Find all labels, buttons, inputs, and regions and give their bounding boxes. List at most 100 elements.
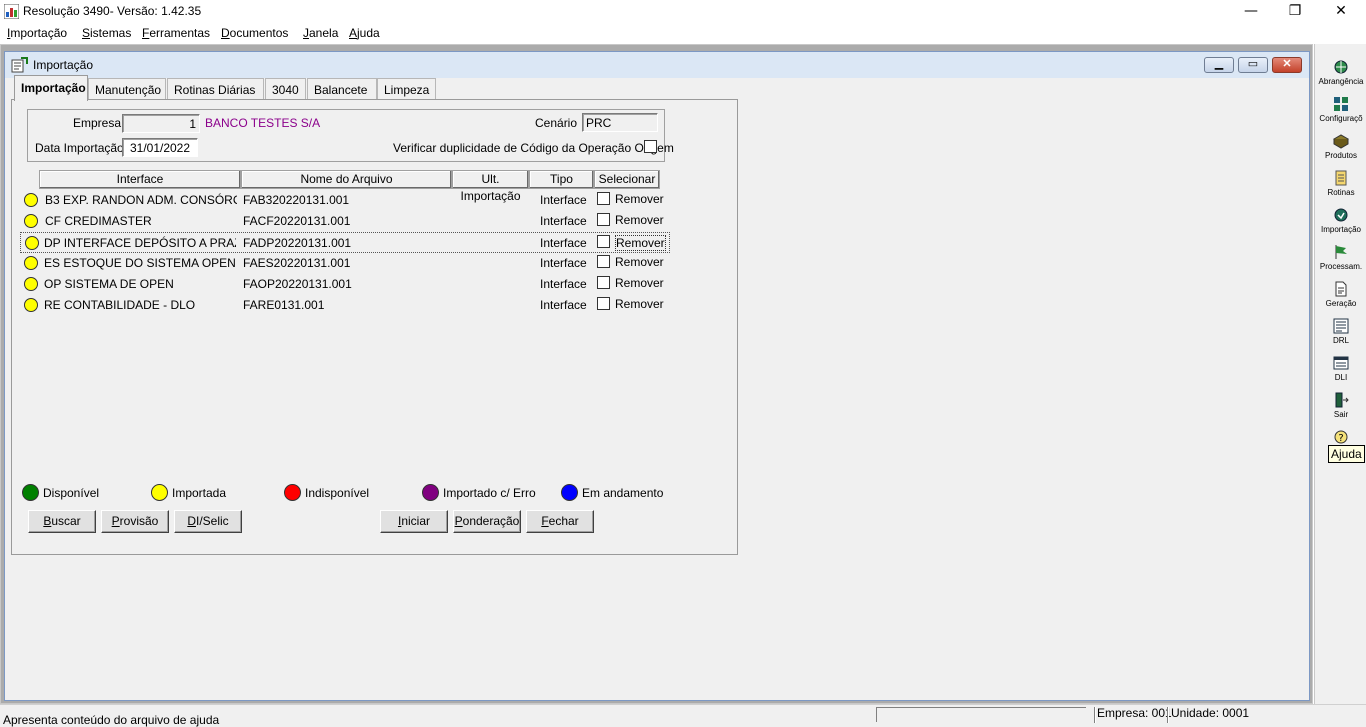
row-tipo: Interface: [540, 236, 587, 250]
row-remover-checkbox[interactable]: [597, 235, 610, 248]
tab-3040[interactable]: 3040: [265, 78, 306, 100]
iniciar-button[interactable]: Iniciar: [380, 510, 448, 533]
child-minimize-button[interactable]: ▁: [1204, 57, 1234, 73]
row-remover-checkbox[interactable]: [597, 297, 610, 310]
legend-erro-label: Importado c/ Erro: [443, 486, 536, 500]
col-header-tipo[interactable]: Tipo: [529, 170, 594, 189]
toolbar-produtos[interactable]: Produtos: [1316, 133, 1366, 169]
toolbar-rotinas[interactable]: Rotinas: [1316, 170, 1366, 206]
help-icon: ?: [1334, 430, 1348, 444]
cenario-label: Cenário: [535, 116, 578, 130]
verificar-duplicidade-label: Verificar duplicidade de Código da Opera…: [393, 141, 674, 155]
diselic-button[interactable]: DI/Selic: [174, 510, 242, 533]
toolbar-ajuda[interactable]: ?: [1316, 429, 1366, 445]
toolbar-processamento[interactable]: Processam.: [1316, 244, 1366, 280]
row-tipo: Interface: [540, 193, 587, 207]
buscar-button[interactable]: Buscar: [28, 510, 96, 533]
tab-balancete[interactable]: Balancete: [307, 78, 377, 100]
legend-importada-label: Importada: [172, 486, 227, 500]
child-close-button[interactable]: ✕: [1272, 57, 1302, 73]
toolbar-configuracoes[interactable]: Configuraçõ: [1316, 96, 1366, 132]
tab-limpeza[interactable]: Limpeza: [377, 78, 436, 100]
row-interface: B3 EXP. RANDON ADM. CONSÓRCIOS: [45, 193, 237, 207]
menu-documentos[interactable]: Documentos: [221, 26, 288, 40]
toolbar-abrangencia[interactable]: Abrangência: [1316, 59, 1366, 95]
report-icon: [1333, 318, 1349, 334]
status-dot: [24, 277, 38, 291]
verificar-duplicidade-checkbox[interactable]: [644, 140, 657, 153]
legend-erro-dot: [422, 484, 439, 501]
toolbar-dli[interactable]: DLI: [1316, 355, 1366, 391]
title-bar: Resolução 3490- Versão: 1.42.35 — ❐ ✕: [0, 0, 1366, 23]
status-dot: [25, 236, 39, 250]
menu-importacao[interactable]: Importação: [7, 26, 67, 40]
row-remover-checkbox[interactable]: [597, 192, 610, 205]
import-window-icon: [11, 57, 28, 73]
row-arquivo: FAOP20220131.001: [243, 277, 352, 291]
provisao-button[interactable]: Provisão: [101, 510, 169, 533]
minimize-button[interactable]: —: [1228, 0, 1274, 23]
legend-andamento-label: Em andamento: [582, 486, 664, 500]
cenario-field[interactable]: PRC: [582, 113, 658, 132]
menu-ajuda[interactable]: Ajuda: [349, 26, 380, 40]
child-window-title: Importação: [33, 58, 94, 72]
table-row-selected[interactable]: DP INTERFACE DEPÓSITO A PRAZO FADP202201…: [20, 232, 670, 253]
row-arquivo: FAB320220131.001: [243, 193, 350, 207]
table-row[interactable]: RE CONTABILIDADE - DLO FARE0131.001 Inte…: [20, 295, 670, 316]
legend-indisponivel-label: Indisponível: [305, 486, 370, 500]
col-header-ult-importacao[interactable]: Ult. Importação: [452, 170, 529, 203]
child-title-bar: Importação ▁ ▭ ✕: [5, 52, 1309, 78]
col-header-interface[interactable]: Interface: [39, 170, 241, 189]
toolbar-geracao[interactable]: Geração: [1316, 281, 1366, 317]
ponderacao-button[interactable]: Ponderação: [453, 510, 521, 533]
row-remover-checkbox[interactable]: [597, 276, 610, 289]
exit-icon: [1335, 392, 1349, 408]
tooltip: Ajuda: [1328, 445, 1365, 463]
row-remover-checkbox[interactable]: [597, 213, 610, 226]
empresa-code-field[interactable]: 1: [122, 114, 200, 133]
row-arquivo: FAES20220131.001: [243, 256, 351, 270]
status-separator: [1094, 707, 1096, 723]
row-tipo: Interface: [540, 256, 587, 270]
status-bar: Apresenta conteúdo do arquivo de ajuda E…: [0, 704, 1366, 727]
col-header-nome-arquivo[interactable]: Nome do Arquivo: [241, 170, 452, 189]
row-remover-checkbox[interactable]: [597, 255, 610, 268]
legend-disponivel-label: Disponível: [43, 486, 100, 500]
toolbar-drl[interactable]: DRL: [1316, 318, 1366, 354]
legend-indisponivel-dot: [284, 484, 301, 501]
tab-rotinas-diarias[interactable]: Rotinas Diárias: [167, 78, 264, 100]
row-interface: DP INTERFACE DEPÓSITO A PRAZO: [44, 236, 236, 250]
table-row[interactable]: OP SISTEMA DE OPEN FAOP20220131.001 Inte…: [20, 274, 670, 295]
status-dot: [24, 256, 38, 270]
menu-sistemas[interactable]: Sistemas: [82, 26, 131, 40]
row-remover-label[interactable]: Remover: [615, 235, 666, 251]
import-icon: [1334, 208, 1348, 222]
close-button[interactable]: ✕: [1318, 0, 1364, 23]
maximize-button[interactable]: ❐: [1272, 0, 1318, 23]
legend-importada-dot: [151, 484, 168, 501]
row-remover-label[interactable]: Remover: [615, 276, 664, 290]
row-remover-label[interactable]: Remover: [615, 255, 664, 269]
row-remover-label[interactable]: Remover: [615, 192, 664, 206]
toolbar-sair[interactable]: Sair: [1316, 392, 1366, 428]
row-remover-label[interactable]: Remover: [615, 213, 664, 227]
tab-manutencao[interactable]: Manutenção: [88, 78, 166, 100]
status-dot: [24, 193, 38, 207]
tab-importacao[interactable]: Importação: [14, 75, 88, 101]
row-arquivo: FADP20220131.001: [243, 236, 352, 250]
toolbar-importacao[interactable]: Importação: [1316, 207, 1366, 243]
menu-ferramentas[interactable]: Ferramentas: [142, 26, 210, 40]
table-row[interactable]: CF CREDIMASTER FACF20220131.001 Interfac…: [20, 211, 670, 232]
col-header-selecionar[interactable]: Selecionar: [594, 170, 660, 189]
menu-janela[interactable]: Janela: [303, 26, 338, 40]
child-restore-button[interactable]: ▭: [1238, 57, 1268, 73]
row-remover-label[interactable]: Remover: [615, 297, 664, 311]
flag-icon: [1335, 245, 1347, 259]
fechar-button[interactable]: Fechar: [526, 510, 594, 533]
svg-text:?: ?: [1338, 433, 1343, 444]
table-row[interactable]: ES ESTOQUE DO SISTEMA OPEN FAES20220131.…: [20, 253, 670, 274]
row-tipo: Interface: [540, 277, 587, 291]
data-importacao-field[interactable]: 31/01/2022: [122, 138, 198, 157]
status-separator: [1167, 707, 1169, 723]
table-row[interactable]: B3 EXP. RANDON ADM. CONSÓRCIOS FAB320220…: [20, 190, 670, 211]
